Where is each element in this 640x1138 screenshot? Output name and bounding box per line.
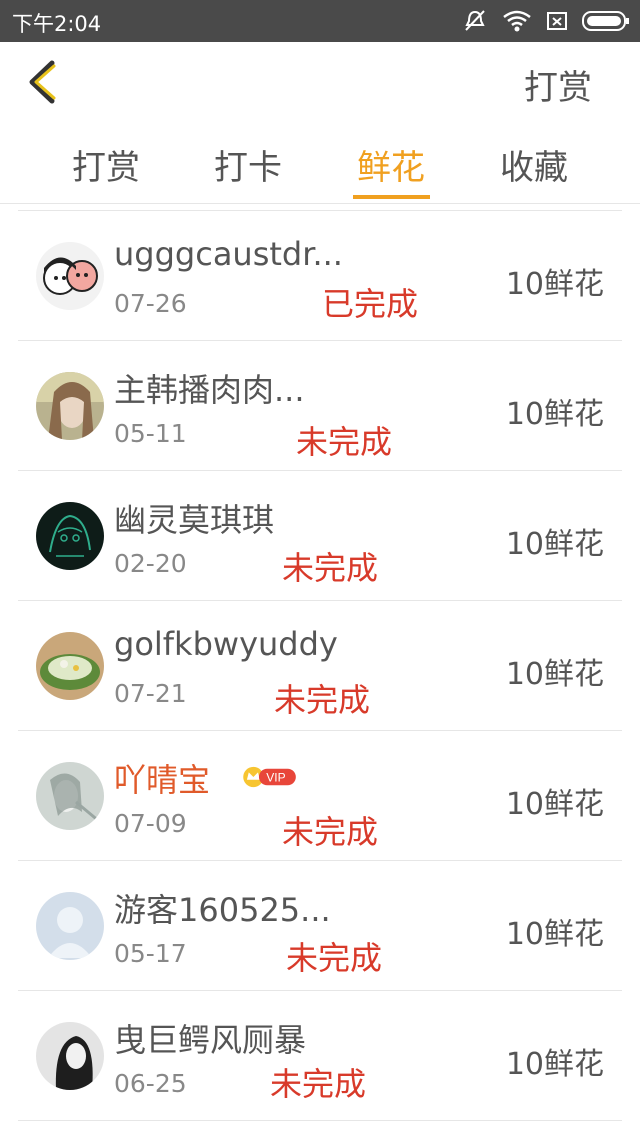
item-name: 曳巨鳄风厕暴 bbox=[114, 1021, 307, 1059]
status-label: 未完成 bbox=[274, 681, 371, 719]
item-date: 06-25 bbox=[114, 1069, 187, 1098]
item-name: 主韩播肉肉... bbox=[114, 371, 305, 409]
avatar[interactable] bbox=[36, 502, 104, 570]
mute-icon bbox=[462, 8, 488, 34]
status-label: 未完成 bbox=[282, 549, 379, 587]
tab-checkin[interactable]: 打卡 bbox=[198, 140, 298, 189]
flower-amount: 10鲜花 bbox=[505, 397, 604, 432]
avatar[interactable] bbox=[36, 632, 104, 700]
item-date: 07-21 bbox=[114, 679, 187, 708]
item-date: 02-20 bbox=[114, 549, 187, 578]
item-date: 07-09 bbox=[114, 809, 187, 838]
tab-reward[interactable]: 打赏 bbox=[56, 140, 156, 189]
status-label: 未完成 bbox=[286, 939, 383, 977]
header: 打赏 bbox=[0, 42, 640, 122]
flower-list: ugggcaustdr... 07-26 已完成 10鲜花 主韩播肉肉... 0… bbox=[18, 210, 622, 1121]
item-name: ugggcaustdr... bbox=[114, 235, 343, 273]
flower-amount: 10鲜花 bbox=[505, 657, 604, 692]
flower-amount: 10鲜花 bbox=[505, 787, 604, 822]
flower-amount: 10鲜花 bbox=[505, 527, 604, 562]
item-name: golfkbwyuddy bbox=[114, 625, 338, 663]
active-tab-indicator bbox=[353, 195, 430, 199]
avatar[interactable] bbox=[36, 892, 104, 960]
list-item[interactable]: golfkbwyuddy 07-21 未完成 10鲜花 bbox=[18, 601, 622, 731]
back-button[interactable] bbox=[24, 58, 64, 106]
vip-badge-icon: VIP bbox=[243, 766, 296, 788]
avatar[interactable] bbox=[36, 1022, 104, 1090]
item-date: 05-17 bbox=[114, 939, 187, 968]
avatar[interactable] bbox=[36, 762, 104, 830]
list-item[interactable]: 吖晴宝 VIP 07-09 未完成 10鲜花 bbox=[18, 731, 622, 861]
status-time: 下午2:04 bbox=[12, 12, 102, 36]
vip-badge-text: VIP bbox=[266, 771, 285, 785]
status-label: 未完成 bbox=[282, 813, 379, 851]
chevron-left-icon bbox=[29, 60, 56, 104]
flower-amount: 10鲜花 bbox=[505, 267, 604, 302]
wifi-icon bbox=[502, 9, 532, 33]
status-icons bbox=[462, 6, 630, 36]
item-name: 幽灵莫琪琪 bbox=[114, 501, 275, 539]
list-item[interactable]: ugggcaustdr... 07-26 已完成 10鲜花 bbox=[18, 211, 622, 341]
list-item[interactable]: 游客160525... 05-17 未完成 10鲜花 bbox=[18, 861, 622, 991]
item-name: 吖晴宝 bbox=[114, 761, 211, 799]
battery-icon bbox=[582, 10, 630, 32]
status-label: 已完成 bbox=[322, 285, 419, 323]
item-name: 游客160525... bbox=[114, 891, 331, 929]
status-label: 未完成 bbox=[296, 423, 393, 461]
list-item[interactable]: 主韩播肉肉... 05-11 未完成 10鲜花 bbox=[18, 341, 622, 471]
flower-amount: 10鲜花 bbox=[505, 917, 604, 952]
list-item[interactable]: 幽灵莫琪琪 02-20 未完成 10鲜花 bbox=[18, 471, 622, 601]
avatar[interactable] bbox=[36, 242, 104, 310]
avatar[interactable] bbox=[36, 372, 104, 440]
reward-action-button[interactable]: 打赏 bbox=[524, 60, 592, 109]
item-date: 05-11 bbox=[114, 419, 187, 448]
item-date: 07-26 bbox=[114, 289, 187, 318]
status-bar: 下午2:04 bbox=[0, 0, 640, 42]
sim-icon bbox=[546, 10, 568, 32]
tab-bar: 打赏 打卡 鲜花 收藏 bbox=[0, 122, 640, 204]
tab-flowers[interactable]: 鲜花 bbox=[341, 140, 441, 189]
tab-favorites[interactable]: 收藏 bbox=[484, 140, 584, 189]
list-item[interactable]: 曳巨鳄风厕暴 06-25 未完成 10鲜花 bbox=[18, 991, 622, 1121]
flower-amount: 10鲜花 bbox=[505, 1047, 604, 1082]
status-label: 未完成 bbox=[270, 1065, 367, 1103]
